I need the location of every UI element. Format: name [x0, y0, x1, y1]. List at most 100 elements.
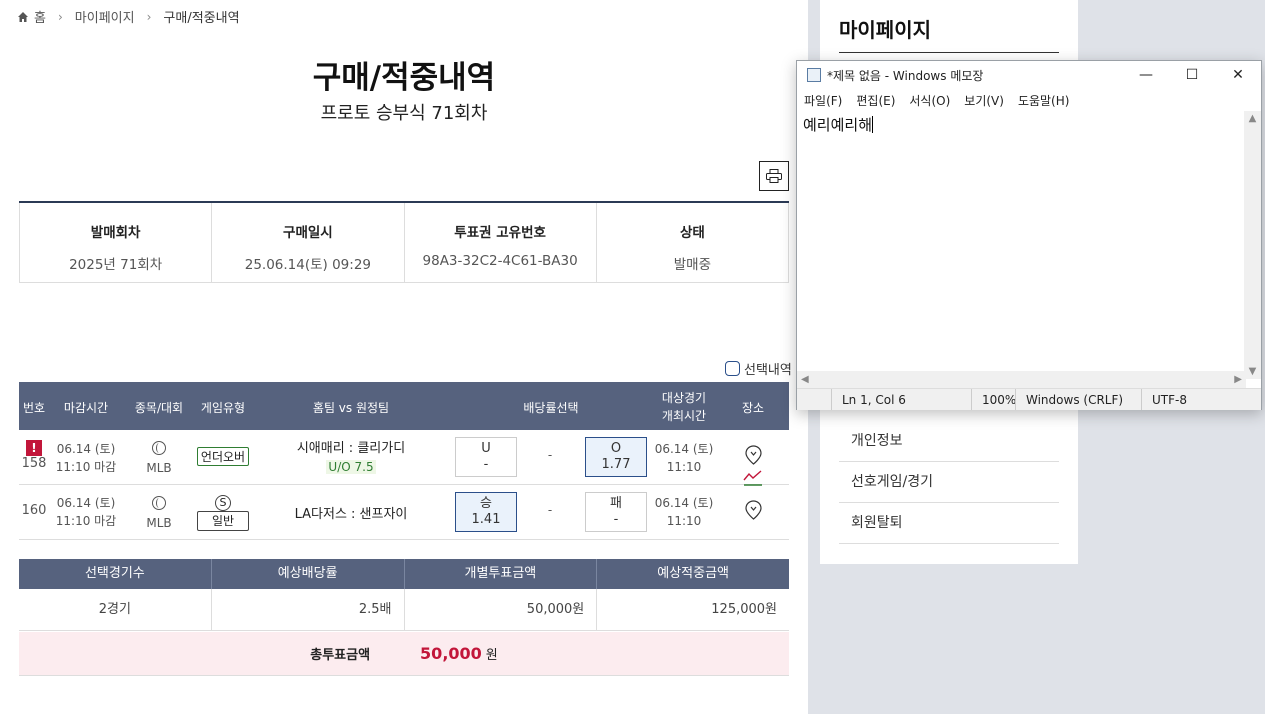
- divider: [839, 52, 1059, 53]
- total-label: 총투표금액: [310, 648, 371, 663]
- status-encoding: UTF-8: [1141, 389, 1261, 410]
- status-eol: Windows (CRLF): [1015, 389, 1141, 410]
- sidebar-title: 마이페이지: [839, 18, 931, 42]
- location-pin-icon[interactable]: [744, 445, 762, 465]
- baseball-icon: [152, 496, 166, 510]
- odds-label: U: [481, 441, 491, 456]
- notepad-content: 예리예리해: [803, 116, 873, 134]
- maximize-icon[interactable]: ☐: [1169, 61, 1215, 89]
- text-caret: [872, 116, 874, 133]
- status-zoom: 100%: [971, 389, 1016, 410]
- info-cell-round: 발매회차 2025년 71회차: [19, 203, 213, 282]
- info-label: 발매회차: [90, 225, 141, 241]
- print-button[interactable]: [759, 161, 789, 191]
- menu-view[interactable]: 보기(V): [964, 92, 1004, 109]
- col-no: 번호: [22, 401, 46, 415]
- game-time: 11:10: [666, 460, 702, 474]
- notepad-titlebar[interactable]: *제목 없음 - Windows 메모장 — ☐ ✕: [797, 61, 1261, 89]
- odds-label: 승: [480, 496, 492, 511]
- vertical-scrollbar[interactable]: ▲ ▼: [1244, 111, 1261, 379]
- summary-col-payout: 예상적중금액: [657, 566, 729, 581]
- handicap-label: U/O 7.5: [326, 460, 376, 474]
- odds-option-over[interactable]: O 1.77: [585, 437, 647, 477]
- game-type-badge: 언더오버: [196, 447, 250, 466]
- deadline-date: 06.14 (토): [56, 496, 116, 510]
- sidebar-item-preferences[interactable]: 선호게임/경기: [839, 462, 1059, 503]
- notepad-text-area[interactable]: 예리예리해: [797, 111, 1246, 379]
- summary-col-count: 선택경기수: [19, 559, 212, 589]
- status-position: Ln 1, Col 6: [831, 389, 971, 410]
- checkbox[interactable]: [725, 361, 740, 376]
- col-game-time: 대상경기: [661, 391, 707, 405]
- sidebar-item-withdraw[interactable]: 회원탈퇴: [839, 503, 1059, 544]
- summary-header: 선택경기수 예상배당률 개별투표금액 예상적중금액: [19, 559, 789, 589]
- scroll-down-icon[interactable]: ▼: [1249, 366, 1257, 377]
- odds-value: -: [613, 512, 619, 527]
- printer-icon: [766, 169, 782, 183]
- menu-edit[interactable]: 편집(E): [856, 92, 895, 109]
- deadline-time: 11:10 마감: [55, 460, 117, 474]
- game-date: 06.14 (토): [654, 496, 714, 510]
- breadcrumb-home[interactable]: 홈: [34, 7, 46, 26]
- scroll-right-icon[interactable]: ▶: [1234, 374, 1242, 385]
- info-label: 상태: [679, 225, 705, 241]
- menu-file[interactable]: 파일(F): [804, 92, 842, 109]
- home-icon[interactable]: [18, 11, 28, 22]
- sidebar-item-profile[interactable]: 개인정보: [839, 421, 1059, 462]
- col-deadline: 마감시간: [63, 401, 109, 415]
- page-title: 구매/적중내역: [312, 60, 496, 96]
- col-sport: 종목/대회: [134, 401, 184, 415]
- location-pin-icon[interactable]: [744, 500, 762, 520]
- info-value: 발매중: [673, 257, 711, 273]
- odds-option-win[interactable]: 승 1.41: [455, 492, 517, 532]
- game-no: 158: [21, 456, 47, 471]
- summary-col-stake: 개별투표금액: [405, 559, 598, 589]
- notepad-menubar: 파일(F) 편집(E) 서식(O) 보기(V) 도움말(H): [797, 89, 1261, 111]
- col-type: 게임유형: [200, 401, 246, 415]
- scroll-up-icon[interactable]: ▲: [1249, 113, 1257, 124]
- toggle-label: 선택내역: [744, 363, 792, 378]
- summary-payout: 125,000원: [711, 602, 777, 617]
- main-page: 홈 › 마이페이지 › 구매/적중내역 구매/적중내역 프로토 승부식 71회차…: [0, 0, 808, 714]
- odds-option-under[interactable]: U -: [455, 437, 517, 477]
- special-badge: S: [215, 495, 231, 511]
- summary-row: 2경기 2.5배 50,000원 125,000원: [19, 589, 789, 631]
- match-teams: 시애매리 : 클리가디: [296, 441, 406, 456]
- minimize-icon[interactable]: —: [1123, 61, 1169, 89]
- menu-format[interactable]: 서식(O): [909, 92, 950, 109]
- info-label: 구매일시: [283, 225, 333, 241]
- info-cell-ticket-id: 투표권 고유번호 98A3-32C2-4C61-BA30: [405, 203, 597, 282]
- info-value: 98A3-32C2-4C61-BA30: [422, 253, 578, 269]
- league: MLB: [146, 516, 172, 530]
- horizontal-scrollbar[interactable]: ◀ ▶: [797, 371, 1246, 388]
- alert-icon: !: [26, 440, 42, 456]
- game-time: 11:10: [666, 514, 702, 528]
- games-table-header: 번호 마감시간 종목/대회 게임유형 홈팀 vs 원정팀 배당률선택 대상경기 …: [19, 382, 789, 430]
- menu-help[interactable]: 도움말(H): [1018, 92, 1070, 109]
- odds-draw: -: [547, 503, 553, 517]
- odds-draw: -: [547, 448, 553, 462]
- col-venue: 장소: [741, 401, 765, 415]
- total-bar: 총투표금액 50,000 원: [19, 632, 789, 676]
- col-odds: 배당률선택: [523, 401, 579, 415]
- scroll-left-icon[interactable]: ◀: [801, 374, 809, 385]
- close-icon[interactable]: ✕: [1215, 61, 1261, 89]
- odds-label: 패: [610, 496, 622, 511]
- info-value: 25.06.14(토) 09:29: [244, 257, 372, 273]
- notepad-title: *제목 없음 - Windows 메모장: [827, 68, 984, 83]
- info-cell-status: 상태 발매중: [597, 203, 789, 282]
- info-label: 투표권 고유번호: [454, 225, 546, 241]
- purchase-info-table: 발매회차 2025년 71회차 구매일시 25.06.14(토) 09:29 투…: [19, 201, 789, 283]
- selected-only-toggle[interactable]: 선택내역: [725, 359, 792, 378]
- match-teams: LA다저스 : 샌프자이: [294, 507, 408, 522]
- breadcrumb-current: 구매/적중내역: [163, 11, 240, 26]
- odds-option-lose[interactable]: 패 -: [585, 492, 647, 532]
- summary-odds: 2.5배: [212, 589, 405, 630]
- notepad-icon: [807, 68, 821, 82]
- game-type-badge: 일반: [196, 511, 250, 531]
- chevron-right-icon: ›: [57, 9, 63, 24]
- breadcrumb: 홈 › 마이페이지 › 구매/적중내역: [18, 7, 240, 26]
- info-value: 2025년 71회차: [69, 257, 163, 273]
- game-date: 06.14 (토): [654, 442, 714, 456]
- breadcrumb-mypage[interactable]: 마이페이지: [75, 7, 135, 26]
